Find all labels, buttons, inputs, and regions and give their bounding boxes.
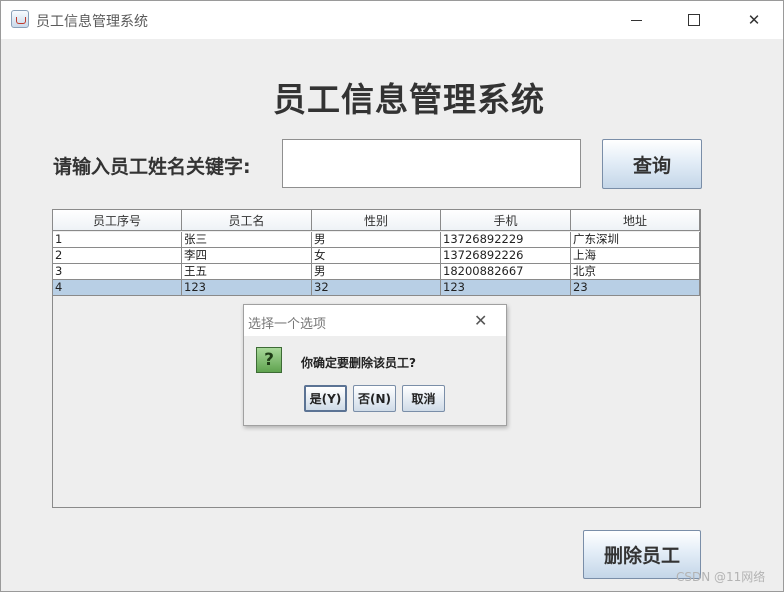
dialog-message: 你确定要删除该员工? [301, 356, 416, 370]
title-bar: 员工信息管理系统 ✕ [1, 1, 783, 39]
cell-name: 李四 [182, 248, 312, 264]
table-header: 员工序号 员工名 性别 手机 地址 [53, 210, 700, 232]
page-title: 员工信息管理系统 [273, 80, 545, 119]
cell-gender: 32 [312, 280, 441, 296]
cell-address: 上海 [571, 248, 700, 264]
cell-name: 张三 [182, 232, 312, 248]
maximize-button[interactable] [671, 1, 717, 39]
search-label: 请输入员工姓名关键字: [53, 156, 251, 178]
app-window: 员工信息管理系统 ✕ 员工信息管理系统 请输入员工姓名关键字: 查询 员工序号 … [0, 0, 784, 592]
minimize-icon [630, 19, 642, 21]
cell-gender: 女 [312, 248, 441, 264]
question-icon: ? [256, 347, 282, 373]
column-header-address[interactable]: 地址 [571, 210, 700, 231]
column-header-gender[interactable]: 性别 [312, 210, 441, 231]
yes-button[interactable]: 是(Y) [304, 385, 347, 412]
cell-phone: 18200882667 [441, 264, 571, 280]
cell-name: 王五 [182, 264, 312, 280]
table-body: 1 张三 男 13726892229 广东深圳 2 李四 女 137268922… [53, 232, 700, 296]
cell-address: 北京 [571, 264, 700, 280]
cell-name: 123 [182, 280, 312, 296]
cell-gender: 男 [312, 264, 441, 280]
dialog-title-bar: 选择一个选项 ✕ [244, 305, 506, 336]
cell-id: 4 [53, 280, 182, 296]
dialog-close-icon[interactable]: ✕ [474, 311, 487, 330]
cell-phone: 13726892226 [441, 248, 571, 264]
cancel-button[interactable]: 取消 [402, 385, 445, 412]
cell-phone: 123 [441, 280, 571, 296]
cell-id: 3 [53, 264, 182, 280]
watermark: CSDN @11网络 [676, 570, 766, 584]
cell-address: 广东深圳 [571, 232, 700, 248]
table-row[interactable]: 3 王五 男 18200882667 北京 [53, 264, 700, 280]
cell-address: 23 [571, 280, 700, 296]
maximize-icon [688, 14, 700, 26]
column-header-id[interactable]: 员工序号 [53, 210, 182, 231]
table-row[interactable]: 2 李四 女 13726892226 上海 [53, 248, 700, 264]
cell-gender: 男 [312, 232, 441, 248]
search-input[interactable] [282, 139, 581, 188]
table-row[interactable]: 1 张三 男 13726892229 广东深圳 [53, 232, 700, 248]
cell-id: 2 [53, 248, 182, 264]
close-icon: ✕ [747, 11, 761, 29]
cell-id: 1 [53, 232, 182, 248]
java-app-icon [11, 10, 29, 28]
window-title: 员工信息管理系统 [36, 14, 148, 30]
query-button[interactable]: 查询 [602, 139, 702, 189]
minimize-button[interactable] [613, 1, 659, 39]
no-button[interactable]: 否(N) [353, 385, 396, 412]
cell-phone: 13726892229 [441, 232, 571, 248]
close-button[interactable]: ✕ [731, 1, 777, 39]
dialog-title: 选择一个选项 [248, 317, 327, 332]
column-header-phone[interactable]: 手机 [441, 210, 571, 231]
table-row-selected[interactable]: 4 123 32 123 23 [53, 280, 700, 296]
confirm-dialog: 选择一个选项 ✕ ? 你确定要删除该员工? 是(Y) 否(N) 取消 [243, 304, 507, 426]
column-header-name[interactable]: 员工名 [182, 210, 312, 231]
